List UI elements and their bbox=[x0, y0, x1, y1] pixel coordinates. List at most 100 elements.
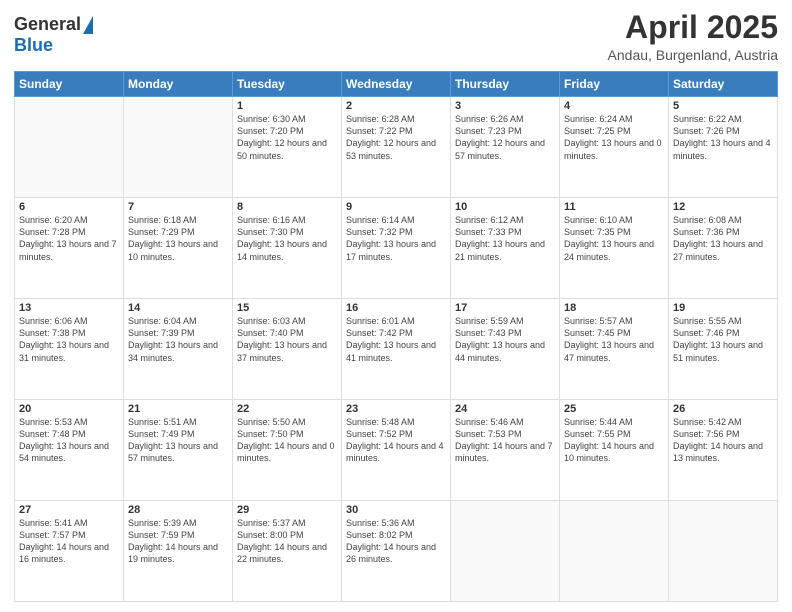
table-row: 18Sunrise: 5:57 AM Sunset: 7:45 PM Dayli… bbox=[560, 299, 669, 400]
day-info: Sunrise: 6:30 AM Sunset: 7:20 PM Dayligh… bbox=[237, 113, 337, 162]
calendar: Sunday Monday Tuesday Wednesday Thursday… bbox=[14, 71, 778, 602]
table-row: 22Sunrise: 5:50 AM Sunset: 7:50 PM Dayli… bbox=[233, 400, 342, 501]
table-row bbox=[669, 501, 778, 602]
day-number: 4 bbox=[564, 100, 664, 112]
day-number: 5 bbox=[673, 100, 773, 112]
day-info: Sunrise: 5:48 AM Sunset: 7:52 PM Dayligh… bbox=[346, 416, 446, 465]
main-title: April 2025 bbox=[608, 10, 778, 45]
day-info: Sunrise: 6:10 AM Sunset: 7:35 PM Dayligh… bbox=[564, 214, 664, 263]
day-info: Sunrise: 6:12 AM Sunset: 7:33 PM Dayligh… bbox=[455, 214, 555, 263]
day-number: 1 bbox=[237, 100, 337, 112]
day-info: Sunrise: 5:57 AM Sunset: 7:45 PM Dayligh… bbox=[564, 315, 664, 364]
day-info: Sunrise: 6:16 AM Sunset: 7:30 PM Dayligh… bbox=[237, 214, 337, 263]
day-info: Sunrise: 5:55 AM Sunset: 7:46 PM Dayligh… bbox=[673, 315, 773, 364]
table-row: 9Sunrise: 6:14 AM Sunset: 7:32 PM Daylig… bbox=[342, 198, 451, 299]
table-row: 24Sunrise: 5:46 AM Sunset: 7:53 PM Dayli… bbox=[451, 400, 560, 501]
table-row: 12Sunrise: 6:08 AM Sunset: 7:36 PM Dayli… bbox=[669, 198, 778, 299]
table-row: 1Sunrise: 6:30 AM Sunset: 7:20 PM Daylig… bbox=[233, 97, 342, 198]
subtitle: Andau, Burgenland, Austria bbox=[608, 47, 778, 63]
header: General Blue April 2025 Andau, Burgenlan… bbox=[14, 10, 778, 63]
table-row: 20Sunrise: 5:53 AM Sunset: 7:48 PM Dayli… bbox=[15, 400, 124, 501]
day-number: 6 bbox=[19, 201, 119, 213]
table-row: 4Sunrise: 6:24 AM Sunset: 7:25 PM Daylig… bbox=[560, 97, 669, 198]
day-number: 17 bbox=[455, 302, 555, 314]
table-row bbox=[15, 97, 124, 198]
day-info: Sunrise: 6:28 AM Sunset: 7:22 PM Dayligh… bbox=[346, 113, 446, 162]
day-info: Sunrise: 6:01 AM Sunset: 7:42 PM Dayligh… bbox=[346, 315, 446, 364]
day-number: 2 bbox=[346, 100, 446, 112]
day-number: 22 bbox=[237, 403, 337, 415]
table-row: 13Sunrise: 6:06 AM Sunset: 7:38 PM Dayli… bbox=[15, 299, 124, 400]
header-row: Sunday Monday Tuesday Wednesday Thursday… bbox=[15, 72, 778, 97]
day-number: 19 bbox=[673, 302, 773, 314]
logo: General Blue bbox=[14, 14, 93, 56]
day-info: Sunrise: 5:44 AM Sunset: 7:55 PM Dayligh… bbox=[564, 416, 664, 465]
day-number: 26 bbox=[673, 403, 773, 415]
day-info: Sunrise: 5:59 AM Sunset: 7:43 PM Dayligh… bbox=[455, 315, 555, 364]
day-number: 20 bbox=[19, 403, 119, 415]
table-row: 6Sunrise: 6:20 AM Sunset: 7:28 PM Daylig… bbox=[15, 198, 124, 299]
day-number: 12 bbox=[673, 201, 773, 213]
table-row: 15Sunrise: 6:03 AM Sunset: 7:40 PM Dayli… bbox=[233, 299, 342, 400]
day-number: 18 bbox=[564, 302, 664, 314]
day-number: 27 bbox=[19, 504, 119, 516]
day-info: Sunrise: 6:03 AM Sunset: 7:40 PM Dayligh… bbox=[237, 315, 337, 364]
day-number: 7 bbox=[128, 201, 228, 213]
day-info: Sunrise: 5:50 AM Sunset: 7:50 PM Dayligh… bbox=[237, 416, 337, 465]
col-friday: Friday bbox=[560, 72, 669, 97]
col-tuesday: Tuesday bbox=[233, 72, 342, 97]
day-info: Sunrise: 6:06 AM Sunset: 7:38 PM Dayligh… bbox=[19, 315, 119, 364]
day-number: 21 bbox=[128, 403, 228, 415]
day-number: 23 bbox=[346, 403, 446, 415]
title-block: April 2025 Andau, Burgenland, Austria bbox=[608, 10, 778, 63]
table-row: 17Sunrise: 5:59 AM Sunset: 7:43 PM Dayli… bbox=[451, 299, 560, 400]
day-info: Sunrise: 5:51 AM Sunset: 7:49 PM Dayligh… bbox=[128, 416, 228, 465]
table-row bbox=[451, 501, 560, 602]
table-row: 27Sunrise: 5:41 AM Sunset: 7:57 PM Dayli… bbox=[15, 501, 124, 602]
day-info: Sunrise: 5:36 AM Sunset: 8:02 PM Dayligh… bbox=[346, 517, 446, 566]
page: General Blue April 2025 Andau, Burgenlan… bbox=[0, 0, 792, 612]
logo-triangle-icon bbox=[83, 16, 93, 34]
day-info: Sunrise: 5:39 AM Sunset: 7:59 PM Dayligh… bbox=[128, 517, 228, 566]
day-number: 3 bbox=[455, 100, 555, 112]
day-info: Sunrise: 5:46 AM Sunset: 7:53 PM Dayligh… bbox=[455, 416, 555, 465]
day-info: Sunrise: 5:42 AM Sunset: 7:56 PM Dayligh… bbox=[673, 416, 773, 465]
day-info: Sunrise: 6:08 AM Sunset: 7:36 PM Dayligh… bbox=[673, 214, 773, 263]
table-row: 10Sunrise: 6:12 AM Sunset: 7:33 PM Dayli… bbox=[451, 198, 560, 299]
day-number: 15 bbox=[237, 302, 337, 314]
table-row: 21Sunrise: 5:51 AM Sunset: 7:49 PM Dayli… bbox=[124, 400, 233, 501]
day-number: 11 bbox=[564, 201, 664, 213]
table-row: 23Sunrise: 5:48 AM Sunset: 7:52 PM Dayli… bbox=[342, 400, 451, 501]
day-info: Sunrise: 6:20 AM Sunset: 7:28 PM Dayligh… bbox=[19, 214, 119, 263]
day-info: Sunrise: 6:18 AM Sunset: 7:29 PM Dayligh… bbox=[128, 214, 228, 263]
day-info: Sunrise: 6:04 AM Sunset: 7:39 PM Dayligh… bbox=[128, 315, 228, 364]
day-info: Sunrise: 5:53 AM Sunset: 7:48 PM Dayligh… bbox=[19, 416, 119, 465]
col-saturday: Saturday bbox=[669, 72, 778, 97]
day-number: 13 bbox=[19, 302, 119, 314]
day-number: 10 bbox=[455, 201, 555, 213]
table-row: 5Sunrise: 6:22 AM Sunset: 7:26 PM Daylig… bbox=[669, 97, 778, 198]
table-row: 3Sunrise: 6:26 AM Sunset: 7:23 PM Daylig… bbox=[451, 97, 560, 198]
day-number: 9 bbox=[346, 201, 446, 213]
calendar-header: Sunday Monday Tuesday Wednesday Thursday… bbox=[15, 72, 778, 97]
table-row: 25Sunrise: 5:44 AM Sunset: 7:55 PM Dayli… bbox=[560, 400, 669, 501]
logo-general: General bbox=[14, 14, 81, 35]
table-row: 7Sunrise: 6:18 AM Sunset: 7:29 PM Daylig… bbox=[124, 198, 233, 299]
day-number: 28 bbox=[128, 504, 228, 516]
table-row: 8Sunrise: 6:16 AM Sunset: 7:30 PM Daylig… bbox=[233, 198, 342, 299]
day-info: Sunrise: 6:14 AM Sunset: 7:32 PM Dayligh… bbox=[346, 214, 446, 263]
logo-blue: Blue bbox=[14, 35, 53, 56]
table-row: 2Sunrise: 6:28 AM Sunset: 7:22 PM Daylig… bbox=[342, 97, 451, 198]
col-sunday: Sunday bbox=[15, 72, 124, 97]
table-row: 26Sunrise: 5:42 AM Sunset: 7:56 PM Dayli… bbox=[669, 400, 778, 501]
day-info: Sunrise: 5:37 AM Sunset: 8:00 PM Dayligh… bbox=[237, 517, 337, 566]
table-row bbox=[560, 501, 669, 602]
table-row: 19Sunrise: 5:55 AM Sunset: 7:46 PM Dayli… bbox=[669, 299, 778, 400]
col-monday: Monday bbox=[124, 72, 233, 97]
day-info: Sunrise: 6:26 AM Sunset: 7:23 PM Dayligh… bbox=[455, 113, 555, 162]
day-number: 8 bbox=[237, 201, 337, 213]
table-row: 30Sunrise: 5:36 AM Sunset: 8:02 PM Dayli… bbox=[342, 501, 451, 602]
table-row: 11Sunrise: 6:10 AM Sunset: 7:35 PM Dayli… bbox=[560, 198, 669, 299]
table-row: 29Sunrise: 5:37 AM Sunset: 8:00 PM Dayli… bbox=[233, 501, 342, 602]
table-row: 14Sunrise: 6:04 AM Sunset: 7:39 PM Dayli… bbox=[124, 299, 233, 400]
